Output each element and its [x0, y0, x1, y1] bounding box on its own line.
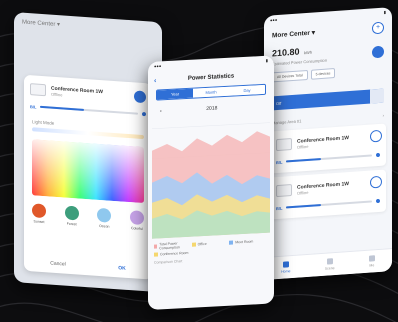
device-card[interactable]: Conference Room 1W Offline B/L	[270, 123, 386, 174]
profile-icon	[368, 255, 375, 262]
lamp-icon	[276, 184, 292, 198]
preset-forest[interactable]: Forest	[64, 205, 79, 227]
switch-thumb[interactable]	[370, 88, 384, 104]
forest-icon	[64, 205, 79, 221]
device-card[interactable]: Conference Room 1W Offline B/L	[270, 169, 386, 220]
legend-item: Office	[191, 239, 230, 249]
brightness-label: B/L	[30, 103, 37, 110]
back-icon[interactable]: ‹	[154, 77, 156, 84]
power-button[interactable]	[370, 129, 382, 143]
light-settings-dialog: Conference Room 1W Offline B/L Light Mod…	[24, 74, 152, 280]
master-switch[interactable]: Off	[272, 88, 384, 111]
legend-item: Total Power Consumption	[154, 241, 192, 251]
preset-sunset[interactable]: Sunset	[32, 203, 46, 224]
chip-device-count[interactable]: 5 devices	[310, 68, 336, 80]
device-row: Conference Room 1W Offline	[24, 75, 152, 108]
sunset-icon	[32, 203, 46, 219]
legend-item: Meet Room	[229, 237, 267, 247]
power-statistics-phone: ●●● ▮ ‹ Power Statistics Year Month Day ‹…	[148, 55, 274, 310]
energy-unit: kWh	[303, 49, 312, 56]
ok-button[interactable]: OK	[112, 263, 132, 274]
lamp-icon	[276, 138, 292, 152]
dialog-actions: Cancel OK	[24, 257, 152, 276]
segment-day[interactable]: Day	[229, 84, 265, 96]
page-title: Power Statistics	[187, 73, 235, 82]
prev-year-icon[interactable]: ‹	[160, 108, 162, 114]
power-area-chart	[152, 122, 270, 239]
home-icon	[282, 261, 289, 268]
lamp-icon	[30, 83, 46, 97]
tab-me[interactable]: Me	[368, 255, 375, 268]
year-label: 2018	[206, 105, 218, 112]
tab-home[interactable]: Home	[281, 261, 290, 274]
slider-handle[interactable]	[142, 111, 146, 117]
scene-icon	[326, 258, 333, 265]
light-control-phone: More Center ▾ Conference Room 1W Offline…	[14, 12, 162, 293]
energy-value: 210.80	[272, 46, 300, 59]
cancel-button[interactable]: Cancel	[44, 258, 72, 270]
slider-handle[interactable]	[376, 152, 380, 158]
slider-handle[interactable]	[376, 198, 380, 204]
legend-item: Conference Room	[154, 251, 192, 257]
chip-all-devices[interactable]: All Devices Total	[272, 69, 308, 83]
scene-presets: Sunset Forest Ocean Colorful	[32, 203, 144, 231]
preset-colorful[interactable]: Colorful	[129, 210, 144, 231]
power-button[interactable]	[134, 90, 146, 104]
segment-year[interactable]: Year	[157, 88, 193, 100]
home-dashboard-phone: ●●● ▮ More Center ▾ + 210.80 kWh Estimate…	[264, 7, 392, 280]
segment-month[interactable]: Month	[193, 86, 229, 98]
ocean-icon	[97, 207, 112, 223]
color-picker[interactable]	[32, 139, 144, 204]
power-button[interactable]	[370, 175, 382, 189]
tab-scene[interactable]: Scene	[325, 258, 335, 271]
colorful-icon	[129, 210, 144, 226]
preset-ocean[interactable]: Ocean	[97, 207, 112, 229]
